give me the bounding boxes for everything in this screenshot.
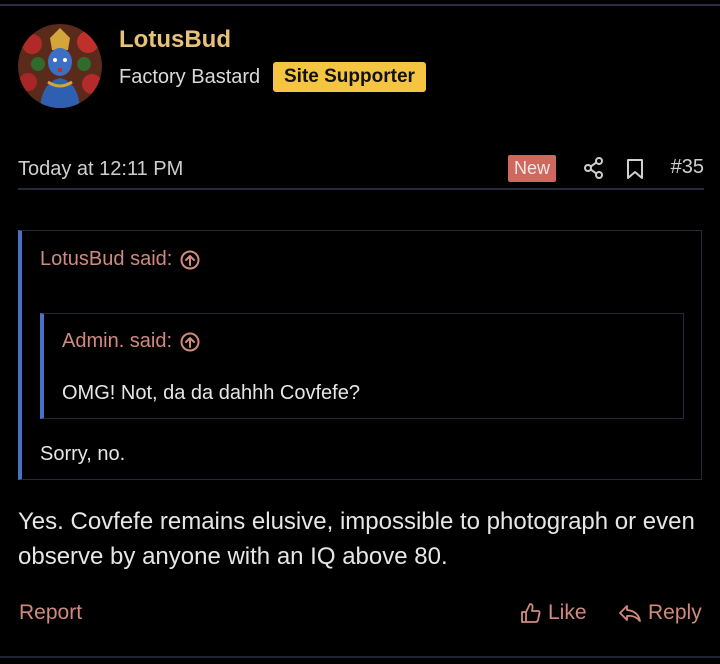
reply-label: Reply — [648, 601, 702, 624]
outer-quote-text: Sorry, no. — [40, 443, 126, 465]
inner-quote-author-label: Admin. said: — [62, 330, 173, 352]
post-meta-row: Today at 12:11 PM New #35 — [18, 152, 704, 190]
new-badge: New — [508, 155, 557, 182]
inner-quote-author[interactable]: Admin. said: — [62, 330, 200, 353]
thumbs-up-icon — [521, 603, 541, 623]
reply-button[interactable]: Reply — [618, 601, 702, 625]
report-link[interactable]: Report — [19, 601, 82, 625]
bottom-divider — [0, 656, 720, 658]
site-supporter-badge: Site Supporter — [273, 62, 426, 92]
inner-quote-text: OMG! Not, da da dahhh Covfefe? — [62, 382, 360, 404]
post-number[interactable]: #35 — [671, 156, 704, 179]
username[interactable]: LotusBud — [119, 26, 231, 54]
outer-quote-author-label: LotusBud said: — [40, 248, 173, 270]
inner-quote: Admin. said: OMG! Not, da da dahhh Covfe… — [40, 313, 684, 419]
post-body: Yes. Covfefe remains elusive, impossible… — [18, 508, 695, 570]
share-icon[interactable] — [584, 157, 604, 179]
avatar-image — [18, 24, 102, 108]
reply-arrow-icon — [619, 605, 641, 622]
outer-quote-author[interactable]: LotusBud said: — [40, 248, 200, 271]
post-date[interactable]: Today at 12:11 PM — [18, 158, 183, 181]
bookmark-icon[interactable] — [626, 158, 644, 180]
top-divider — [0, 4, 720, 6]
user-title: Factory Bastard — [119, 66, 261, 88]
arrow-up-circle-icon[interactable] — [180, 332, 200, 352]
avatar[interactable] — [18, 24, 102, 108]
like-label: Like — [548, 601, 587, 624]
like-button[interactable]: Like — [520, 601, 587, 625]
outer-quote: LotusBud said: Admin. said: OMG! Not, da… — [18, 230, 702, 480]
arrow-up-circle-icon[interactable] — [180, 250, 200, 270]
